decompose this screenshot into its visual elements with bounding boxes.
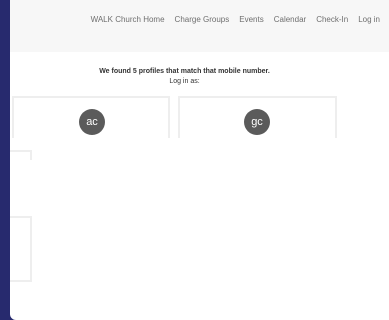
nav-links: WALK Church Home Charge Groups Events Ca…	[91, 15, 380, 24]
top-navbar: WALK Church Home Charge Groups Events Ca…	[10, 0, 389, 52]
nav-link-check-in[interactable]: Check-In	[316, 15, 348, 24]
login-as-label: Log in as:	[169, 78, 200, 85]
nav-link-events[interactable]: Events	[239, 15, 263, 24]
profile-card-placeholder	[10, 224, 32, 282]
browser-page: WALK Church Home Charge Groups Events Ca…	[10, 0, 389, 320]
avatar: gc	[244, 109, 270, 135]
nav-link-log-in[interactable]: Log in	[358, 15, 380, 24]
nav-link-charge-groups[interactable]: Charge Groups	[175, 15, 230, 24]
profile-card-placeholder	[10, 216, 32, 224]
profile-card-placeholder	[10, 150, 32, 160]
avatar: ac	[79, 109, 105, 135]
nav-link-walk-church-home[interactable]: WALK Church Home	[91, 15, 165, 24]
profile-card-gc[interactable]: gc	[178, 96, 337, 138]
nav-link-calendar[interactable]: Calendar	[274, 15, 306, 24]
match-message-heading: We found 5 profiles that match that mobi…	[99, 68, 270, 75]
profile-card-ac[interactable]: ac	[12, 96, 170, 138]
profile-card-placeholder	[10, 160, 32, 216]
